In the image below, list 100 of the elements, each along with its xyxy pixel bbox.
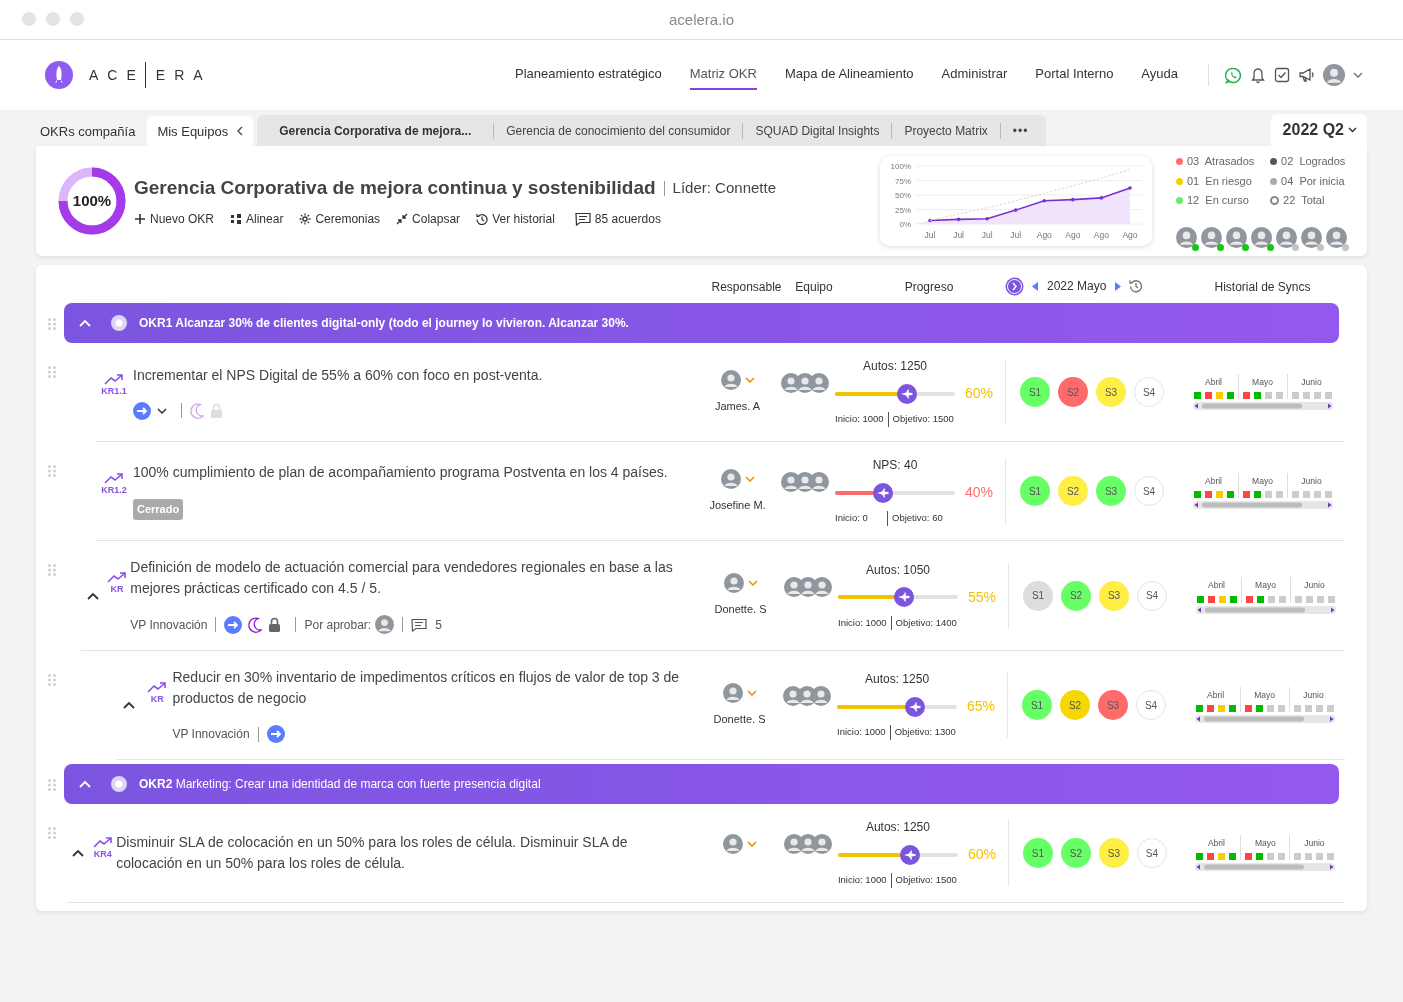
arrow-circle-button[interactable] (266, 725, 285, 743)
nav-link[interactable]: Matriz OKR (689, 60, 757, 90)
chevron-up-icon[interactable] (86, 591, 99, 600)
plus-icon[interactable] (134, 213, 146, 226)
toolbar-button[interactable]: Ver historial (476, 210, 555, 229)
drag-handle-icon[interactable] (48, 673, 56, 686)
sync-circle[interactable]: S3 (1096, 476, 1126, 506)
sync-circle[interactable]: S4 (1134, 476, 1164, 506)
scrollbar[interactable] (1192, 402, 1333, 411)
collapse-icon[interactable] (396, 213, 409, 226)
drag-handle-icon[interactable] (48, 365, 56, 378)
quarter-selector[interactable]: 2022 Q2 (1270, 114, 1367, 146)
sync-circle[interactable]: S2 (1058, 476, 1088, 506)
radio-dot-icon[interactable] (111, 776, 127, 792)
toolbar-button[interactable]: Nuevo OKR (134, 210, 215, 229)
moon-icon[interactable] (248, 616, 263, 633)
drag-handle-icon[interactable] (48, 563, 56, 576)
sync-circle[interactable]: S1 (1020, 377, 1050, 407)
progress-ring-drawing (58, 167, 126, 235)
slider-thumb[interactable] (897, 383, 917, 404)
sync-circle[interactable]: S2 (1061, 580, 1091, 611)
sync-circle[interactable]: S1 (1022, 690, 1053, 720)
owner-avatar (723, 573, 744, 594)
sync-circle[interactable]: S4 (1136, 838, 1167, 868)
slider-thumb[interactable] (905, 696, 926, 717)
chevron-up-icon[interactable] (71, 849, 84, 857)
scrollbar[interactable] (1192, 501, 1333, 510)
metric-label: NPS: 40 (871, 457, 919, 475)
sync-circle[interactable]: S2 (1060, 838, 1091, 868)
toolbar-button[interactable]: Alinear (230, 210, 284, 229)
comment-icon[interactable] (574, 212, 591, 227)
toolbar-button[interactable]: Colapsar (396, 210, 461, 229)
owner-avatar (720, 468, 741, 489)
target-value: Objetivo: 1500 (891, 412, 954, 427)
sync-circle[interactable]: S4 (1136, 690, 1167, 720)
more-tabs-button[interactable]: ••• (1000, 115, 1041, 146)
megaphone-icon[interactable] (1298, 67, 1315, 83)
scrollbar[interactable] (1195, 605, 1336, 614)
bell-icon[interactable] (1250, 66, 1266, 84)
sync-circle[interactable]: S3 (1096, 377, 1126, 407)
nav-link[interactable]: Ayuda (1141, 60, 1178, 90)
caret-icon[interactable] (1348, 127, 1357, 133)
month-label: Mayo (1255, 836, 1276, 850)
sync-circle[interactable]: S3 (1099, 580, 1129, 611)
scrollbar[interactable] (1195, 863, 1336, 872)
prev-period-button[interactable] (1032, 281, 1039, 291)
sync-circle[interactable]: S3 (1098, 838, 1129, 868)
sync-circle[interactable]: S4 (1134, 377, 1164, 407)
nav-link[interactable]: Planeamiento estratégico (515, 60, 662, 90)
team-name: Gerencia Corporativa de mejora continua y sostenibilidad (134, 175, 656, 200)
tab[interactable]: OKRs compañía (36, 115, 148, 146)
nav-link[interactable]: Administrar (941, 60, 1008, 90)
rocket-logo-icon (45, 61, 73, 89)
team-tab[interactable]: Gerencia de conocimiento del consumidor (494, 115, 743, 146)
data-point (928, 218, 932, 223)
drag-handle-icon[interactable] (48, 778, 56, 791)
sync-circle[interactable]: S1 (1022, 838, 1053, 868)
drag-handle-icon[interactable] (48, 826, 56, 839)
sync-circle[interactable]: S1 (1020, 476, 1050, 506)
next-period-button[interactable] (1114, 281, 1122, 291)
slider-thumb[interactable] (873, 482, 893, 503)
slider-thumb[interactable] (894, 587, 914, 608)
hierarchy-icon[interactable] (230, 213, 243, 226)
nav-link[interactable]: Mapa de Alineamiento (784, 60, 914, 90)
lock-icon[interactable] (268, 617, 282, 632)
progress-percent: 40% (963, 483, 993, 503)
team-tab[interactable]: SQUAD Digital Insights (743, 115, 892, 146)
sync-circle[interactable]: S2 (1060, 690, 1091, 720)
gear-icon[interactable] (299, 213, 312, 226)
sync-circle[interactable]: S4 (1137, 580, 1167, 611)
drag-handle-icon[interactable] (48, 464, 56, 477)
team-tab[interactable]: Gerencia Corporativa de mejora... (263, 115, 494, 146)
period-label: 2022 Mayo (1047, 278, 1107, 295)
team-tab[interactable]: Proyecto Matrix (892, 115, 1000, 146)
history-icon[interactable] (476, 213, 489, 226)
arrow-circle-button[interactable] (224, 615, 243, 634)
caret-icon[interactable] (157, 407, 167, 414)
data-point (1099, 196, 1104, 200)
trend-icon (104, 472, 124, 484)
arrow-circle-button[interactable] (133, 401, 151, 420)
axis-label: Jul (981, 230, 993, 240)
comments-count[interactable]: 5 (411, 615, 442, 634)
comment-icon[interactable] (411, 617, 428, 632)
nav-link[interactable]: Portal Interno (1035, 60, 1114, 90)
radio-dot-icon[interactable] (111, 315, 127, 331)
member-avatar (1226, 227, 1247, 248)
checkbox-icon[interactable] (1274, 67, 1290, 83)
chevron-left-icon[interactable] (236, 126, 244, 137)
toolbar-button[interactable]: 85 acuerdos (574, 210, 661, 229)
column-header: Progreso (904, 280, 954, 294)
scrollbar[interactable] (1194, 715, 1335, 724)
tab[interactable]: Mis Equipos (147, 115, 254, 146)
sync-circle[interactable]: S1 (1023, 580, 1053, 611)
slider-thumb[interactable] (899, 844, 920, 865)
chat-icon[interactable] (1225, 66, 1242, 84)
member-avatar (1201, 227, 1222, 248)
drag-handle-icon[interactable] (48, 317, 56, 330)
next-circle-button[interactable] (1005, 276, 1024, 296)
chevron-up-icon[interactable] (123, 701, 136, 709)
toolbar-button[interactable]: Ceremonias (299, 210, 381, 229)
